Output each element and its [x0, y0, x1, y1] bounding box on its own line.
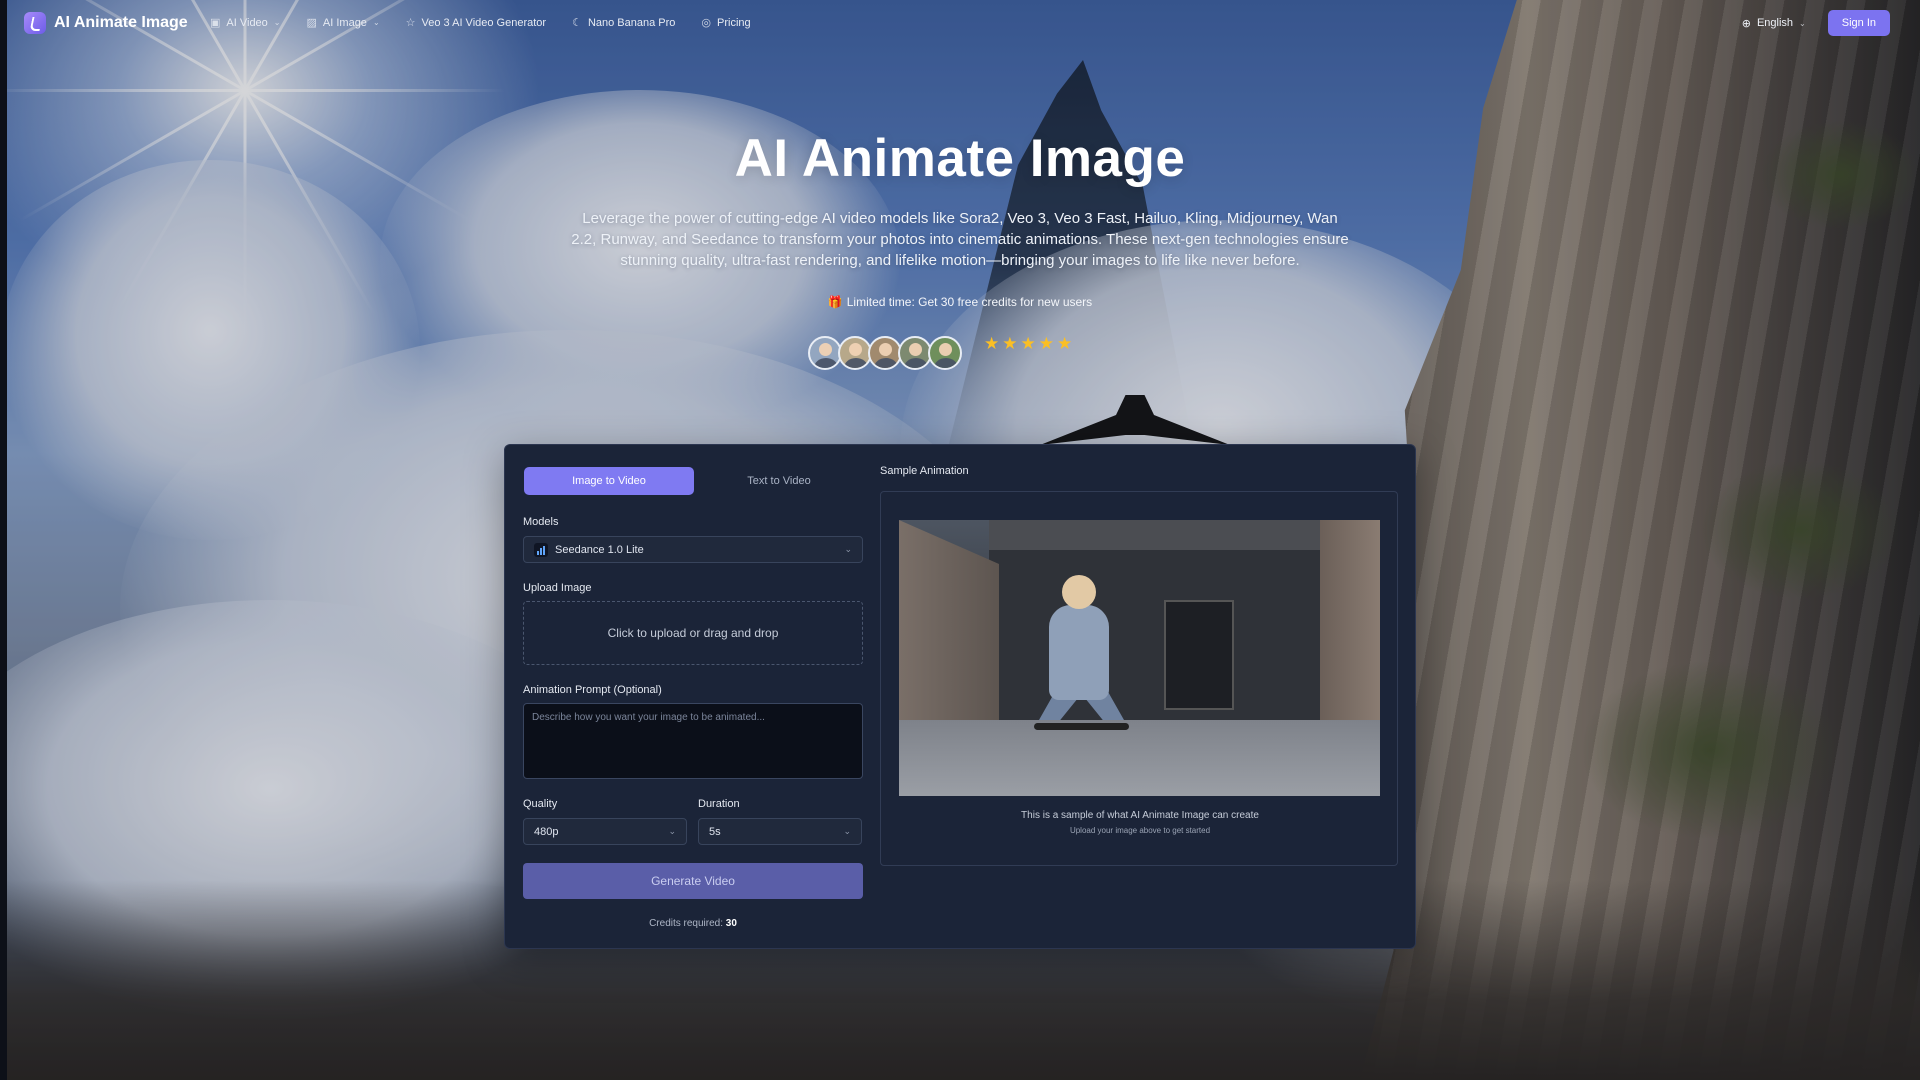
upload-dropzone[interactable]: Click to upload or drag and drop	[523, 601, 863, 665]
nav-item-label: Nano Banana Pro	[587, 16, 676, 29]
models-label: Models	[523, 516, 559, 528]
promo-text: Limited time: Get 30 free credits for ne…	[846, 295, 1093, 309]
credits-value: 30	[725, 918, 737, 929]
sample-subcaption: Upload your image above to get started	[1069, 826, 1211, 835]
chevron-down-icon: ⌄	[273, 18, 281, 27]
credits-label: Credits required:	[649, 918, 723, 929]
nav-item-label: AI Video	[226, 16, 268, 29]
film-icon: ▣	[210, 17, 221, 29]
nav-item-ai-video[interactable]: ▣ AI Video ⌄	[210, 16, 281, 30]
nav-item-veo3[interactable]: ☆ Veo 3 AI Video Generator	[405, 16, 547, 30]
brand-name: AI Animate Image	[54, 14, 188, 31]
quality-value: 480p	[534, 825, 559, 838]
avatar	[868, 336, 902, 370]
language-label: English	[1756, 17, 1794, 29]
skateboard	[1034, 723, 1129, 730]
nav-item-label: Veo 3 AI Video Generator	[421, 16, 547, 29]
nav-item-label: AI Image	[322, 16, 367, 29]
nav-item-label: Pricing	[717, 16, 751, 29]
chevron-down-icon: ⌄	[1799, 18, 1806, 28]
hero-description: Leverage the power of cutting-edge AI vi…	[571, 210, 1349, 269]
chevron-down-icon: ⌄	[372, 18, 380, 27]
prompt-label: Animation Prompt (Optional)	[523, 684, 662, 696]
duration-value: 5s	[709, 825, 721, 838]
nav-menu: ▣ AI Video ⌄ ▨ AI Image ⌄ ☆ Veo 3 AI Vid…	[210, 16, 751, 30]
image-icon: ▨	[306, 17, 317, 29]
sample-animation-video[interactable]	[899, 520, 1380, 796]
nav-item-pricing[interactable]: ◎ Pricing	[701, 16, 751, 30]
rating-stars: ★ ★ ★ ★ ★	[984, 334, 1072, 354]
logo-icon	[24, 12, 46, 34]
user-avatars	[808, 336, 962, 370]
sample-preview: This is a sample of what AI Animate Imag…	[880, 491, 1398, 866]
nav-right: ⊕ English ⌄ Sign In	[1742, 10, 1890, 36]
globe-icon: ⊕	[1741, 17, 1751, 30]
duration-select[interactable]: 5s ⌄	[698, 818, 862, 845]
model-selected-value: Seedance 1.0 Lite	[555, 543, 644, 556]
sample-title: Sample Animation	[880, 465, 969, 477]
building	[899, 520, 999, 720]
pricing-icon: ◎	[701, 17, 712, 29]
language-selector[interactable]: ⊕ English ⌄	[1742, 17, 1806, 30]
avatar	[808, 336, 842, 370]
star-icon: ★	[984, 334, 1000, 353]
chevron-down-icon: ⌄	[844, 544, 852, 554]
star-icon: ★	[1057, 334, 1073, 353]
upload-label: Upload Image	[523, 582, 592, 594]
sign-in-button[interactable]: Sign In	[1827, 10, 1890, 36]
chevron-down-icon: ⌄	[668, 826, 676, 836]
generator-panel: Image to Video Text to Video Models Seed…	[504, 444, 1416, 949]
gift-icon: 🎁	[827, 295, 843, 309]
animation-prompt-input[interactable]	[523, 703, 863, 779]
upload-hint: Click to upload or drag and drop	[607, 626, 779, 640]
banana-icon: ☾	[572, 17, 582, 29]
top-navbar: AI Animate Image ▣ AI Video ⌄ ▨ AI Image…	[0, 0, 1920, 48]
door	[1164, 600, 1234, 710]
chevron-down-icon: ⌄	[843, 826, 851, 836]
star-icon: ☆	[405, 17, 416, 29]
promo-banner: 🎁 Limited time: Get 30 free credits for n…	[0, 295, 1920, 309]
tab-text-to-video[interactable]: Text to Video	[694, 467, 864, 495]
duration-label: Duration	[698, 798, 740, 810]
skater	[1049, 605, 1109, 700]
nav-item-nano-banana[interactable]: ☾ Nano Banana Pro	[572, 16, 676, 30]
brand-logo-link[interactable]: AI Animate Image	[24, 12, 188, 34]
generate-video-button[interactable]: Generate Video	[523, 863, 863, 899]
avatar	[838, 336, 872, 370]
nav-item-ai-image[interactable]: ▨ AI Image ⌄	[306, 16, 380, 30]
tab-image-to-video[interactable]: Image to Video	[524, 467, 694, 495]
quality-select[interactable]: 480p ⌄	[523, 818, 687, 845]
model-icon	[534, 542, 548, 557]
building	[1320, 520, 1380, 730]
page-title: AI Animate Image	[734, 129, 1186, 188]
star-icon: ★	[1002, 334, 1018, 353]
star-icon: ★	[1038, 334, 1054, 353]
credits-required: Credits required: 30	[523, 918, 863, 929]
sidewalk	[899, 720, 1380, 796]
model-select[interactable]: Seedance 1.0 Lite ⌄	[523, 536, 863, 563]
avatar	[898, 336, 932, 370]
sample-caption: This is a sample of what AI Animate Imag…	[1021, 810, 1259, 821]
skater	[1062, 575, 1096, 609]
quality-label: Quality	[523, 798, 558, 810]
star-icon: ★	[1020, 334, 1036, 353]
avatar	[928, 336, 962, 370]
mode-tabs: Image to Video Text to Video	[524, 467, 864, 495]
